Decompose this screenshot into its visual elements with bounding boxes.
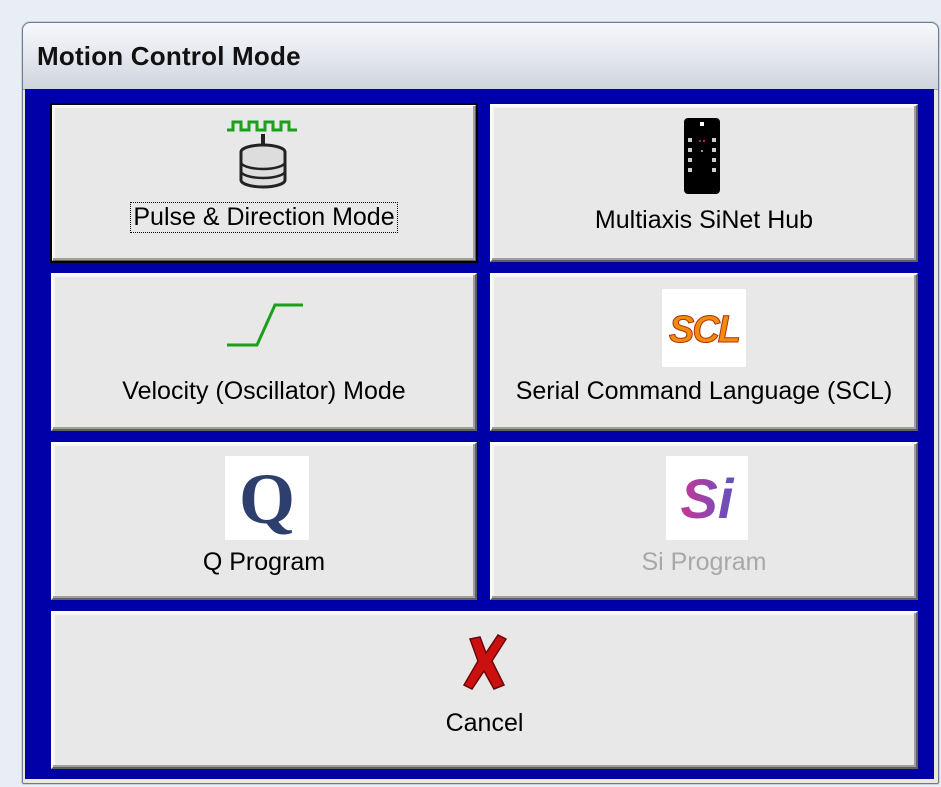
si-program-button[interactable]: Si Si Program bbox=[490, 442, 918, 600]
scl-logo-icon: SCL bbox=[662, 289, 746, 367]
q-logo-text: Q bbox=[238, 459, 295, 539]
hub-chip-icon bbox=[684, 118, 720, 194]
q-program-button[interactable]: Q Q Program bbox=[51, 442, 477, 600]
stepper-motor-pulse-icon bbox=[227, 120, 297, 189]
window-title: Motion Control Mode bbox=[37, 41, 301, 71]
si-logo-icon: Si bbox=[666, 456, 748, 540]
scl-logo-text: SCL bbox=[669, 309, 742, 352]
pulse-direction-mode-button[interactable]: Pulse & Direction Mode bbox=[50, 103, 478, 263]
velocity-oscillator-mode-label: Velocity (Oscillator) Mode bbox=[122, 377, 406, 405]
serial-command-language-label: Serial Command Language (SCL) bbox=[515, 377, 893, 405]
multiaxis-sinet-hub-button[interactable]: Multiaxis SiNet Hub bbox=[490, 104, 918, 262]
multiaxis-sinet-hub-label: Multiaxis SiNet Hub bbox=[594, 206, 814, 234]
si-program-label: Si Program bbox=[641, 548, 767, 576]
q-program-label: Q Program bbox=[202, 548, 326, 576]
title-bar[interactable]: Motion Control Mode bbox=[23, 23, 938, 90]
velocity-ramp-icon bbox=[227, 303, 303, 347]
velocity-oscillator-mode-button[interactable]: Velocity (Oscillator) Mode bbox=[51, 273, 477, 431]
cancel-label: Cancel bbox=[445, 709, 524, 737]
pulse-direction-mode-label: Pulse & Direction Mode bbox=[130, 202, 398, 233]
q-logo-icon: Q bbox=[225, 456, 309, 540]
si-logo-text: Si bbox=[666, 466, 748, 531]
motion-control-mode-dialog: Motion Control Mode Pulse & Direction Mo… bbox=[22, 22, 939, 784]
cancel-button[interactable]: Cancel bbox=[51, 611, 918, 769]
button-panel: Pulse & Direction Mode Multiaxis SiNet H bbox=[25, 89, 934, 779]
serial-command-language-button[interactable]: SCL Serial Command Language (SCL) bbox=[490, 273, 918, 431]
cancel-x-icon bbox=[462, 634, 508, 690]
